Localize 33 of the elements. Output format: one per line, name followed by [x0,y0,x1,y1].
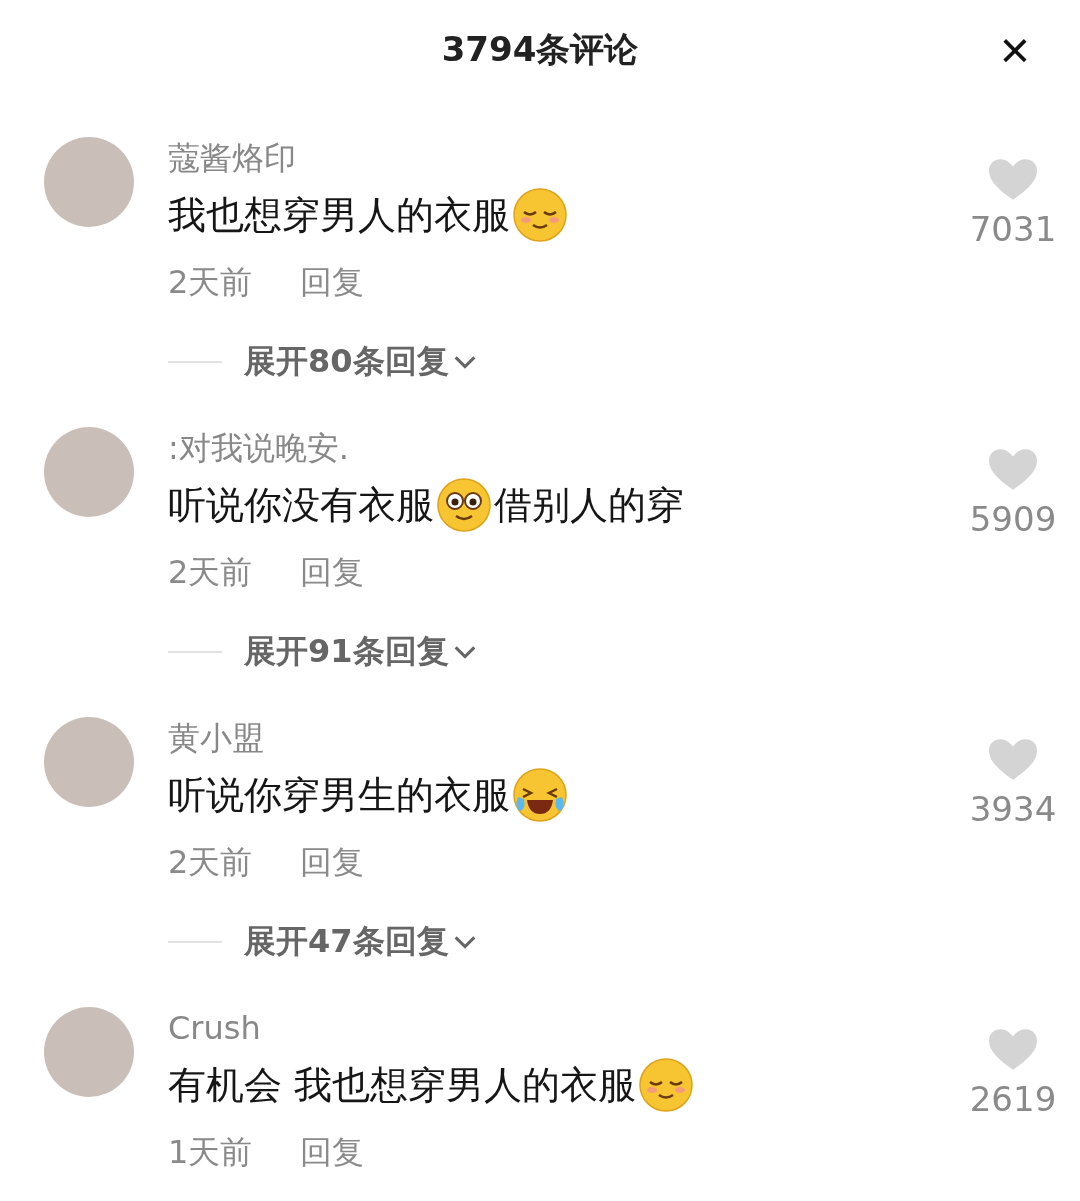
like-count: 3934 [969,788,1057,831]
username[interactable]: 黄小盟 [168,716,958,760]
wide-eyed-face-icon [436,477,492,533]
comment-text: 有机会 我也想穿男人的衣服 [168,1050,958,1120]
reply-link[interactable]: 回复 [300,250,365,314]
username[interactable]: Crush [168,1006,958,1050]
heart-icon[interactable] [988,738,1038,782]
username[interactable]: 蔻酱烙印 [168,136,958,180]
expand-replies-button[interactable]: 展开47条回复 [244,920,479,964]
reply-link[interactable]: 回复 [300,1120,365,1184]
close-button[interactable]: × [993,22,1036,78]
comment-text: 听说你穿男生的衣服 [168,760,958,830]
like-count: 5909 [969,498,1057,541]
comment-count-title: 3794条评论 [441,28,639,71]
smiling-face-icon [512,187,568,243]
heart-icon[interactable] [988,1028,1038,1072]
like-count: 7031 [969,208,1057,251]
comment-text: 我也想穿男人的衣服 [168,180,958,250]
timestamp: 2天前 [168,262,253,303]
laughing-face-icon [512,767,568,823]
expand-replies-button[interactable]: 展开80条回复 [244,340,479,384]
comment-text: 听说你没有衣服 借别人的穿 [168,470,958,540]
heart-icon[interactable] [988,448,1038,492]
like-count: 2619 [969,1078,1057,1121]
username[interactable]: :对我说晚安. [168,426,958,470]
timestamp: 2天前 [168,842,253,883]
smiling-face-icon [638,1057,695,1113]
reply-link[interactable]: 回复 [300,830,365,894]
timestamp: 2天前 [168,552,253,593]
timestamp: 1天前 [168,1132,253,1173]
reply-link[interactable]: 回复 [300,540,365,604]
expand-replies-button[interactable]: 展开91条回复 [244,630,479,674]
heart-icon[interactable] [988,158,1038,202]
